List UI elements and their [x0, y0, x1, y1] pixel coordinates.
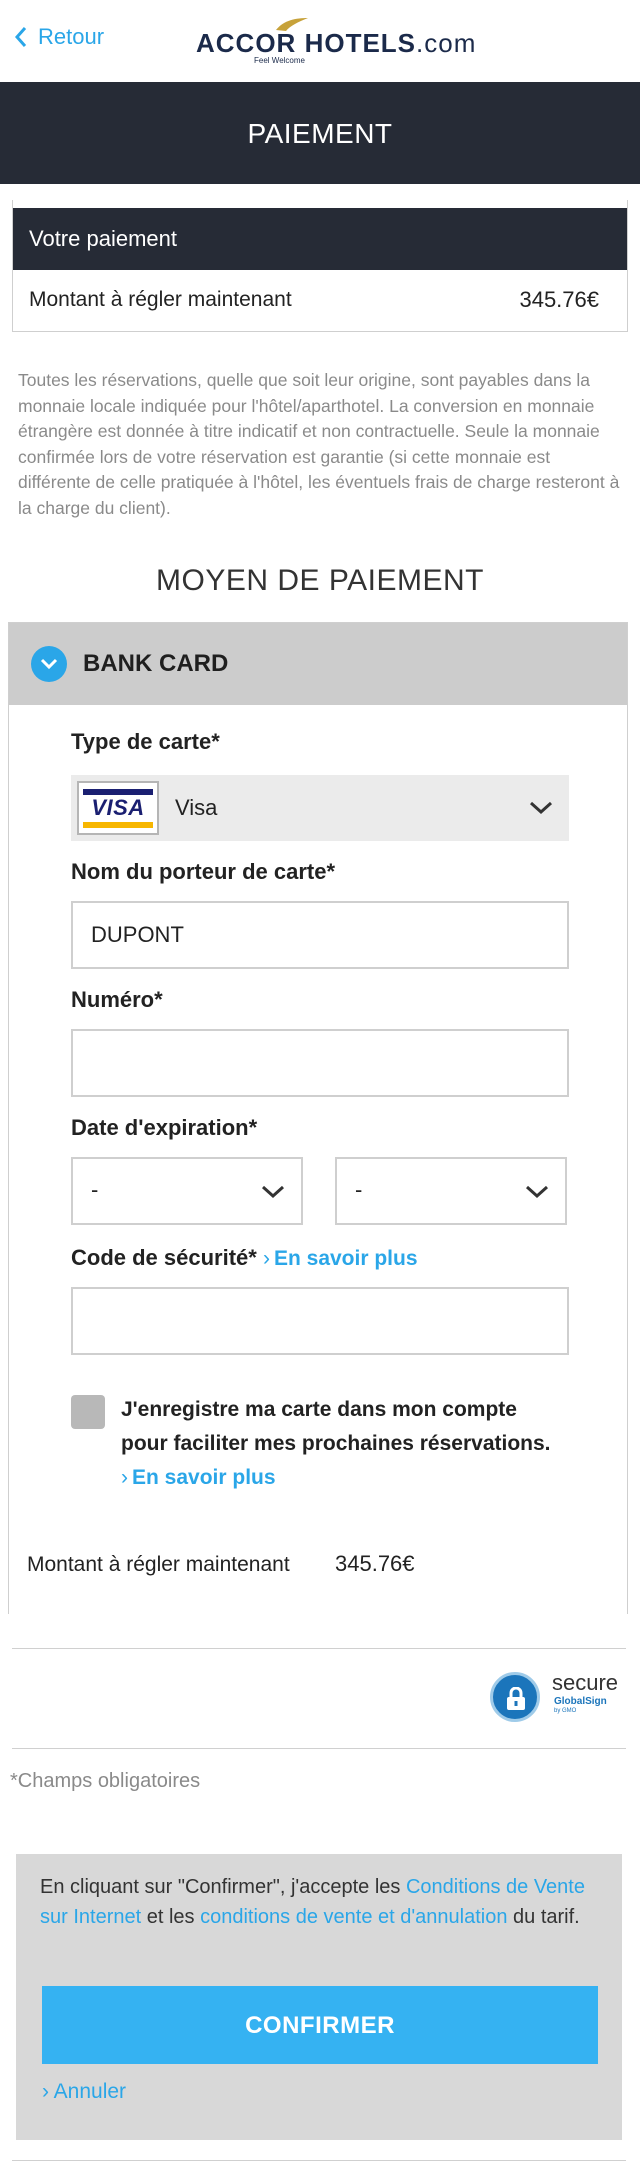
summary-amount-label: Montant à régler maintenant [29, 288, 292, 311]
divider [12, 1748, 626, 1749]
bank-card-title: BANK CARD [83, 650, 229, 677]
save-card-learn-more-link[interactable]: › En savoir plus [121, 1466, 276, 1489]
bank-card-panel: BANK CARD Type de carte* VISA Visa Nom d… [8, 622, 628, 1614]
top-bar: Retour ACCOR HOTELS.com Feel Welcome [0, 0, 640, 82]
secure-badge: secure GlobalSign by GMO [490, 1670, 630, 1722]
expiry-year-select[interactable]: - [335, 1157, 567, 1225]
cvv-input[interactable] [71, 1287, 569, 1355]
chevron-down-icon [525, 1185, 549, 1199]
confirm-section: En cliquant sur "Confirmer", j'accepte l… [16, 1854, 622, 2140]
card-number-input[interactable] [71, 1029, 569, 1097]
expiry-label: Date d'expiration* [71, 1115, 258, 1140]
card-number-label: Numéro* [71, 987, 163, 1012]
page-title: PAIEMENT [0, 82, 640, 184]
card-type-value: Visa [175, 795, 218, 820]
summary-amount-row: Montant à régler maintenant 345.76€ [13, 270, 627, 330]
terms-text: En cliquant sur "Confirmer", j'accepte l… [40, 1876, 585, 1928]
brand-name: ACCOR HOTELS.com [196, 28, 477, 58]
back-link[interactable]: Retour [14, 24, 104, 50]
cardholder-input[interactable]: DUPONT [71, 901, 569, 969]
chevron-left-icon [14, 27, 27, 47]
chevron-down-icon [31, 646, 67, 682]
expiry-year-value: - [355, 1177, 363, 1202]
save-card-label: J'enregistre ma carte dans mon compte po… [121, 1398, 551, 1455]
bank-card-header[interactable]: BANK CARD [9, 623, 627, 705]
payment-summary: Votre paiement Montant à régler maintena… [12, 200, 628, 332]
lock-icon [507, 1687, 525, 1710]
visa-logo-icon: VISA [77, 781, 159, 835]
summary-heading: Votre paiement [13, 208, 627, 270]
secure-provider: GlobalSign [554, 1696, 607, 1707]
card-type-label: Type de carte* [71, 729, 220, 754]
payment-method-title: MOYEN DE PAIEMENT [156, 564, 484, 597]
chevron-right-icon: › [262, 1247, 270, 1270]
panel-total-label: Montant à régler maintenant [27, 1553, 290, 1576]
save-card-checkbox[interactable] [71, 1395, 105, 1429]
brand-tagline: Feel Welcome [254, 56, 305, 65]
chevron-right-icon: › [121, 1466, 128, 1489]
summary-amount-value: 345.76€ [519, 287, 599, 312]
cvv-learn-more-link[interactable]: › En savoir plus [263, 1247, 418, 1270]
cancel-link[interactable]: › Annuler [42, 2080, 126, 2104]
required-fields-note: *Champs obligatoires [10, 1770, 201, 1792]
divider [12, 1648, 626, 1649]
expiry-month-select[interactable]: - [71, 1157, 303, 1225]
card-type-select[interactable]: VISA Visa [71, 775, 569, 841]
panel-total-value: 345.76€ [335, 1551, 415, 1576]
brand-logo[interactable]: ACCOR HOTELS.com Feel Welcome [196, 14, 475, 72]
save-card-text-block: J'enregistre ma carte dans mon compte po… [121, 1393, 561, 1495]
secure-subtext: by GMO [554, 1708, 577, 1714]
chevron-down-icon [261, 1185, 285, 1199]
cvv-label-row: Code de sécurité* › En savoir plus [71, 1245, 418, 1271]
confirm-button[interactable]: CONFIRMER [42, 1986, 598, 2064]
secure-text: secure [552, 1670, 619, 1695]
back-label: Retour [38, 24, 105, 49]
currency-notice: Toutes les réservations, quelle que soit… [18, 370, 620, 518]
divider [12, 2160, 626, 2161]
cvv-label: Code de sécurité* [71, 1245, 257, 1270]
terms-link-cancellation[interactable]: conditions de vente et d'annulation [200, 1906, 507, 1928]
expiry-month-value: - [91, 1177, 99, 1202]
chevron-right-icon: › [42, 2080, 54, 2103]
chevron-down-icon [529, 801, 553, 815]
secure-seal-icon [490, 1672, 540, 1722]
cardholder-label: Nom du porteur de carte* [71, 859, 336, 884]
